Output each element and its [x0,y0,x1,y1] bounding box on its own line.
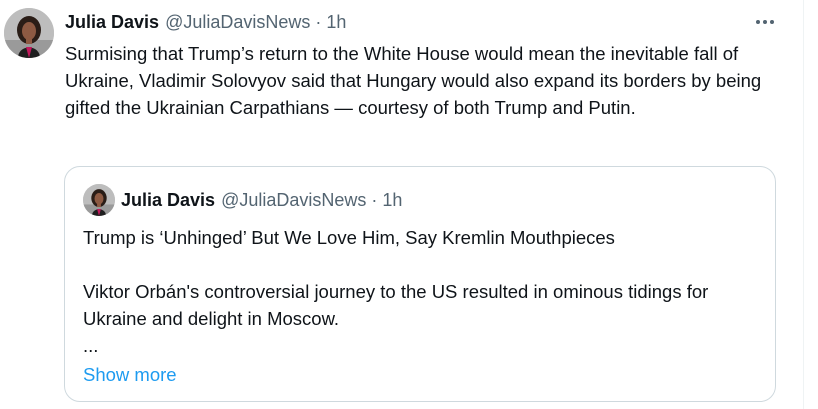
show-more-link[interactable]: Show more [83,361,177,388]
quoted-separator-dot: · [371,189,378,210]
quoted-summary: Viktor Orbán's controversial journey to … [83,281,709,329]
quoted-avatar-image [83,184,115,216]
tweet-text: Surmising that Trump’s return to the Whi… [65,43,762,118]
quoted-author-handle[interactable]: @JuliaDavisNews [221,190,366,211]
quoted-tweet[interactable]: Julia Davis @JuliaDavisNews · 1h Trump i… [64,166,776,402]
avatar[interactable] [4,8,54,58]
more-options-button[interactable] [752,10,778,34]
avatar-image [4,8,54,58]
author-handle[interactable]: @JuliaDavisNews [165,12,310,33]
tweet-header: Julia Davis @JuliaDavisNews · 1h [65,10,346,34]
timestamp[interactable]: 1h [326,12,346,33]
quoted-avatar[interactable] [83,184,115,216]
quoted-ellipsis: ... [83,335,99,356]
more-horizontal-icon [763,20,767,24]
quoted-author-name[interactable]: Julia Davis [121,190,215,211]
tweet-card[interactable]: Julia Davis @JuliaDavisNews · 1h Surmisi… [0,0,818,409]
separator-dot: · [315,11,322,32]
timeline-divider [803,0,804,409]
quoted-headline: Trump is ‘Unhinged’ But We Love Him, Say… [83,227,615,248]
quoted-timestamp[interactable]: 1h [382,190,402,211]
quoted-text: Trump is ‘Unhinged’ But We Love Him, Say… [83,224,763,359]
author-name[interactable]: Julia Davis [65,12,159,33]
more-horizontal-icon [756,20,760,24]
quoted-header: Julia Davis @JuliaDavisNews · 1h [121,188,402,212]
more-horizontal-icon [770,20,774,24]
